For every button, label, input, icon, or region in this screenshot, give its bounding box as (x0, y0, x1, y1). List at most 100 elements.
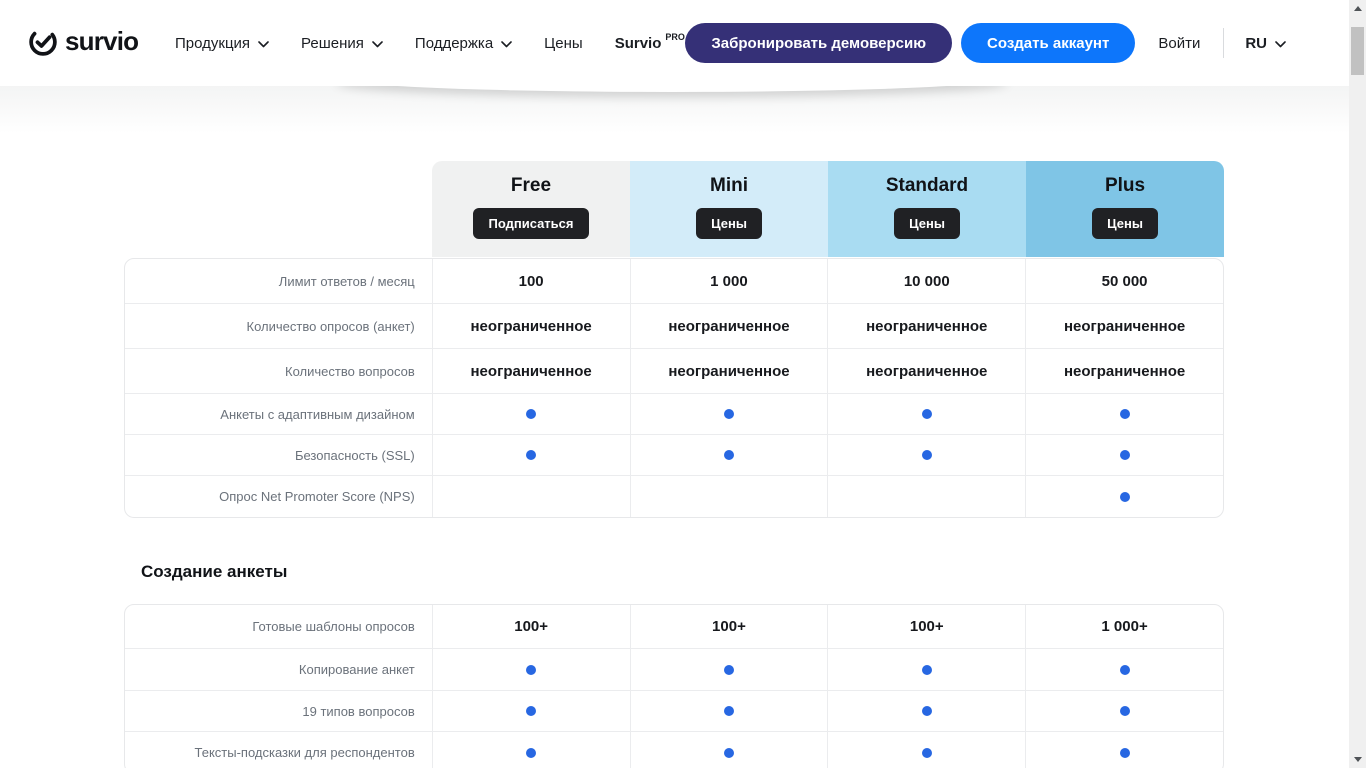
included-dot-icon (526, 706, 536, 716)
section-heading-survey-creation: Создание анкеты (141, 562, 287, 582)
plan-value-cell: 1 000 (630, 259, 828, 303)
included-dot-icon (526, 450, 536, 460)
table-row: Тексты-подсказки для респондентов (125, 732, 1223, 768)
plan-name: Free (511, 175, 551, 197)
nav-item-label: Поддержка (415, 35, 493, 52)
plan-value-cell: неограниченное (432, 349, 630, 393)
plan-value-cell (432, 394, 630, 434)
language-selector[interactable]: RU (1245, 35, 1286, 52)
plan-column-free: Free Подписаться (432, 161, 630, 257)
nav-item-solutions[interactable]: Решения (301, 35, 383, 52)
plan-name: Standard (886, 175, 968, 197)
plan-value-cell: 50 000 (1025, 259, 1223, 303)
plan-value-cell: 100 (432, 259, 630, 303)
included-dot-icon (922, 665, 932, 675)
plan-value-cell (432, 649, 630, 690)
comparison-table-survey-creation: Готовые шаблоны опросов100+100+100+1 000… (124, 604, 1224, 768)
table-row: Опрос Net Promoter Score (NPS) (125, 476, 1223, 517)
included-dot-icon (922, 409, 932, 419)
plan-value-cell (630, 649, 828, 690)
plan-cta-button-free[interactable]: Подписаться (473, 208, 588, 239)
scrollbar-up-arrow-icon[interactable] (1349, 0, 1366, 17)
plan-value-cell (1025, 649, 1223, 690)
included-dot-icon (922, 450, 932, 460)
included-dot-icon (724, 706, 734, 716)
included-dot-icon (724, 409, 734, 419)
plan-value-cell: 1 000+ (1025, 605, 1223, 648)
vertical-scrollbar[interactable] (1349, 0, 1366, 768)
plan-value-cell: 100+ (827, 605, 1025, 648)
survio-logo-icon (28, 27, 58, 57)
create-account-button[interactable]: Создать аккаунт (961, 23, 1135, 63)
plan-value-cell (630, 476, 828, 517)
table-row: Анкеты с адаптивным дизайном (125, 394, 1223, 435)
nav-item-label: Продукция (175, 35, 250, 52)
feature-label: Лимит ответов / месяц (125, 259, 432, 303)
plan-cta-button-mini[interactable]: Цены (696, 208, 762, 239)
login-link[interactable]: Войти (1158, 35, 1200, 52)
feature-label: Опрос Net Promoter Score (NPS) (125, 476, 432, 517)
survio-logo[interactable]: survio (28, 26, 138, 57)
included-dot-icon (922, 748, 932, 758)
plan-value-cell (1025, 691, 1223, 731)
included-dot-icon (724, 748, 734, 758)
nav-item-label: Survio (615, 35, 662, 52)
chevron-down-icon (372, 35, 383, 52)
scrollbar-down-arrow-icon[interactable] (1349, 751, 1366, 768)
plan-value-cell: неограниченное (1025, 304, 1223, 348)
feature-label: Безопасность (SSL) (125, 435, 432, 475)
plan-value-cell (1025, 732, 1223, 768)
included-dot-icon (1120, 450, 1130, 460)
plan-cta-button-standard[interactable]: Цены (894, 208, 960, 239)
plan-value-cell: 100+ (630, 605, 828, 648)
plan-value-cell (432, 476, 630, 517)
table-row: Безопасность (SSL) (125, 435, 1223, 476)
book-demo-button[interactable]: Забронировать демоверсию (685, 23, 952, 63)
plan-header-row: FreeПодписатьсяMiniЦеныStandardЦеныPlusЦ… (432, 161, 1224, 257)
comparison-table-general: Лимит ответов / месяц1001 00010 00050 00… (124, 258, 1224, 518)
plan-value-cell (827, 394, 1025, 434)
nav-item-pricing[interactable]: Цены (544, 35, 583, 52)
plan-column-standard: Standard Цены (828, 161, 1026, 257)
included-dot-icon (526, 748, 536, 758)
table-row: Готовые шаблоны опросов100+100+100+1 000… (125, 605, 1223, 649)
plan-value-cell: 100+ (432, 605, 630, 648)
included-dot-icon (922, 706, 932, 716)
page-background-strip (0, 85, 1349, 133)
included-dot-icon (1120, 665, 1130, 675)
feature-label: Тексты-подсказки для респондентов (125, 732, 432, 768)
nav-item-support[interactable]: Поддержка (415, 35, 512, 52)
pro-superscript: PRO (665, 32, 685, 42)
plan-value-cell: 10 000 (827, 259, 1025, 303)
plan-value-cell: неограниченное (432, 304, 630, 348)
plan-value-cell (1025, 394, 1223, 434)
plan-value-cell (432, 732, 630, 768)
plan-column-plus: PlusЦены (1026, 161, 1224, 257)
table-row: Количество вопросовнеограниченноенеогран… (125, 349, 1223, 394)
main-menu: Продукция Решения Поддержка Цены Survio … (175, 0, 685, 86)
plan-value-cell (827, 435, 1025, 475)
plan-value-cell: неограниченное (1025, 349, 1223, 393)
plan-value-cell (827, 732, 1025, 768)
top-navbar: survio Продукция Решения Поддержка Цены … (0, 0, 1349, 86)
included-dot-icon (724, 665, 734, 675)
plan-value-cell (827, 476, 1025, 517)
nav-item-survio-pro[interactable]: Survio PRO (615, 35, 685, 52)
scrollbar-thumb[interactable] (1351, 27, 1364, 75)
plan-value-cell (630, 691, 828, 731)
plan-value-cell (630, 435, 828, 475)
table-row: Лимит ответов / месяц1001 00010 00050 00… (125, 259, 1223, 304)
feature-label: Количество вопросов (125, 349, 432, 393)
plan-cta-button-plus[interactable]: Цены (1092, 208, 1158, 239)
feature-label: Количество опросов (анкет) (125, 304, 432, 348)
nav-item-products[interactable]: Продукция (175, 35, 269, 52)
plan-value-cell: неограниченное (827, 304, 1025, 348)
included-dot-icon (526, 665, 536, 675)
plan-value-cell (827, 649, 1025, 690)
plan-column-mini: MiniЦены (630, 161, 828, 257)
plan-value-cell (432, 435, 630, 475)
plan-value-cell: неограниченное (827, 349, 1025, 393)
nav-divider (1223, 28, 1224, 58)
included-dot-icon (1120, 492, 1130, 502)
included-dot-icon (1120, 706, 1130, 716)
